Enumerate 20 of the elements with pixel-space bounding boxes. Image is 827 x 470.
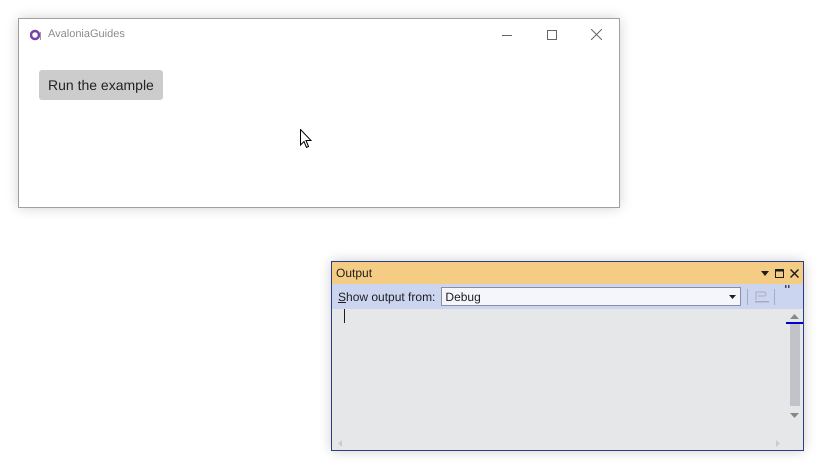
close-icon bbox=[591, 29, 602, 40]
scrollbar-thumb[interactable] bbox=[790, 324, 800, 406]
app-logo-icon bbox=[30, 28, 42, 40]
dropdown-arrow-icon[interactable] bbox=[761, 270, 769, 276]
scroll-down-icon[interactable] bbox=[790, 413, 799, 418]
source-label: Show output from: bbox=[338, 288, 436, 306]
source-dropdown[interactable]: Debug bbox=[441, 287, 742, 306]
window-title: AvaloniaGuides bbox=[48, 27, 125, 42]
caret-icon bbox=[729, 294, 736, 298]
maximize-icon[interactable] bbox=[775, 268, 784, 278]
mouse-pointer-icon bbox=[300, 129, 313, 149]
close-icon[interactable] bbox=[790, 268, 799, 278]
panel-title: Output bbox=[336, 265, 372, 282]
dropdown-value: Debug bbox=[445, 288, 481, 306]
word-wrap-icon[interactable] bbox=[753, 290, 770, 304]
maximize-icon bbox=[546, 30, 556, 40]
text-cursor bbox=[344, 309, 345, 323]
run-button[interactable]: Run the example bbox=[39, 70, 163, 100]
scroll-up-icon[interactable] bbox=[790, 314, 799, 319]
overflow-icon[interactable] bbox=[785, 285, 790, 289]
